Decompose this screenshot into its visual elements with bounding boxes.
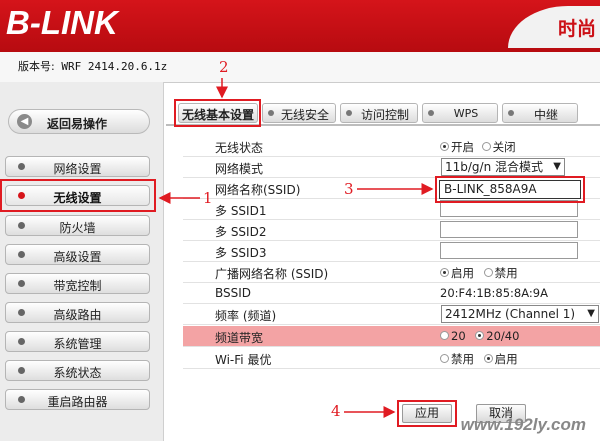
watermark: www.192ly.com [460,415,586,434]
annotation-arrows [158,78,434,418]
